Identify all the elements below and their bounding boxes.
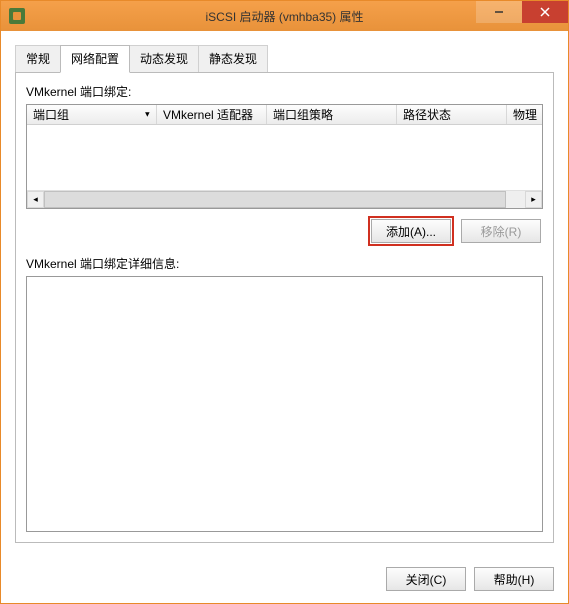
col-path-status-label: 路径状态 — [403, 106, 451, 123]
table-header-row: 端口组 ▸ VMkernel 适配器 端口组策略 路径状态 物理 — [27, 105, 542, 125]
close-icon — [540, 7, 550, 17]
col-port-policy[interactable]: 端口组策略 — [267, 105, 397, 124]
port-binding-table[interactable]: 端口组 ▸ VMkernel 适配器 端口组策略 路径状态 物理 — [26, 104, 543, 209]
col-port-group-label: 端口组 — [33, 106, 69, 123]
client-area: 常规 网络配置 动态发现 静态发现 VMkernel 端口绑定: 端口组 ▸ V… — [1, 31, 568, 557]
scroll-track[interactable] — [44, 191, 525, 208]
details-box — [26, 276, 543, 532]
col-physical-label: 物理 — [513, 106, 537, 123]
scroll-right-button[interactable]: ▸ — [525, 191, 542, 208]
col-vmk-adapter-label: VMkernel 适配器 — [163, 106, 253, 123]
tab-dynamic-discovery[interactable]: 动态发现 — [129, 45, 199, 72]
dialog-buttons: 关闭(C) 帮助(H) — [1, 557, 568, 603]
scroll-thumb[interactable] — [44, 191, 506, 208]
dialog-window: iSCSI 启动器 (vmhba35) 属性 常规 网络配置 动态发现 静态发现… — [0, 0, 569, 604]
minimize-icon — [494, 7, 504, 17]
col-path-status[interactable]: 路径状态 — [397, 105, 507, 124]
col-vmk-adapter[interactable]: VMkernel 适配器 — [157, 105, 267, 124]
window-controls — [476, 1, 568, 31]
col-port-group[interactable]: 端口组 ▸ — [27, 105, 157, 124]
app-icon — [9, 8, 25, 24]
help-button[interactable]: 帮助(H) — [474, 567, 554, 591]
window-title: iSCSI 启动器 (vmhba35) 属性 — [205, 8, 363, 25]
table-body — [27, 125, 542, 190]
tab-static-discovery[interactable]: 静态发现 — [198, 45, 268, 72]
horizontal-scrollbar[interactable]: ◂ ▸ — [27, 190, 542, 207]
close-dialog-button[interactable]: 关闭(C) — [386, 567, 466, 591]
remove-button: 移除(R) — [461, 219, 541, 243]
sort-indicator-icon: ▸ — [142, 112, 153, 117]
port-binding-label: VMkernel 端口绑定: — [26, 83, 543, 100]
tab-panel: VMkernel 端口绑定: 端口组 ▸ VMkernel 适配器 端口组策略 … — [15, 72, 554, 543]
col-physical[interactable]: 物理 — [507, 105, 542, 124]
close-button[interactable] — [522, 1, 568, 23]
titlebar[interactable]: iSCSI 启动器 (vmhba35) 属性 — [1, 1, 568, 31]
scroll-left-button[interactable]: ◂ — [27, 191, 44, 208]
add-button[interactable]: 添加(A)... — [371, 219, 451, 243]
col-port-policy-label: 端口组策略 — [273, 106, 333, 123]
binding-buttons: 添加(A)... 移除(R) — [26, 219, 543, 243]
tab-network-config[interactable]: 网络配置 — [60, 45, 130, 73]
minimize-button[interactable] — [476, 1, 522, 23]
details-label: VMkernel 端口绑定详细信息: — [26, 255, 543, 272]
tab-strip: 常规 网络配置 动态发现 静态发现 — [15, 45, 554, 72]
tab-general[interactable]: 常规 — [15, 45, 61, 72]
